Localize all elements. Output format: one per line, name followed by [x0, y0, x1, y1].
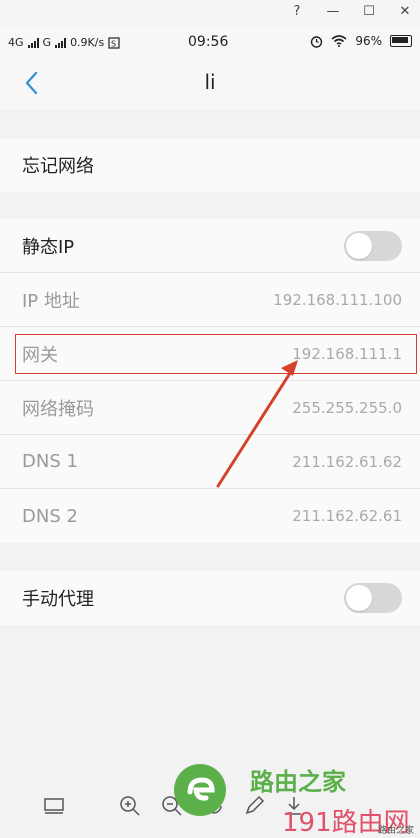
app-window: ? — ☐ ✕ 4G G 0.9K/s S 09:56 96% li 忘记网络 … [0, 0, 420, 838]
minimize-icon[interactable]: — [326, 4, 340, 19]
network-type-label-2: G [42, 36, 52, 49]
dns2-label: DNS 2 [22, 505, 78, 527]
static-ip-section: 静态IP IP 地址 192.168.111.100 网关 192.168.11… [0, 219, 420, 543]
maximize-icon[interactable]: ☐ [362, 4, 376, 19]
status-left: 4G G 0.9K/s S [8, 36, 120, 49]
window-titlebar: ? — ☐ ✕ [0, 0, 420, 28]
app-notification-icon: S [108, 36, 120, 49]
battery-icon [390, 35, 412, 47]
dns2-row[interactable]: DNS 2 211.162.62.61 [0, 489, 420, 543]
watermark: 路由之家 191路由网 路由之家 [172, 758, 420, 838]
forget-network-label: 忘记网络 [22, 156, 94, 177]
network-type-label: 4G [8, 36, 24, 49]
window-controls: ? — ☐ ✕ [290, 4, 412, 19]
dns2-value: 211.162.62.61 [292, 507, 402, 525]
static-ip-toggle[interactable] [344, 230, 402, 261]
signal-icon-2 [55, 37, 67, 48]
gateway-highlight-box [15, 334, 417, 374]
signal-icon [27, 37, 39, 48]
netmask-label: 网络掩码 [22, 398, 94, 420]
router-home-logo-icon [174, 764, 226, 816]
toggle-knob [346, 232, 372, 259]
manual-proxy-toggle[interactable] [344, 583, 402, 613]
status-time: 09:56 [188, 34, 229, 50]
status-right: 96% [310, 34, 412, 48]
network-speed: 0.9K/s [70, 36, 105, 49]
page-header: li [0, 58, 420, 110]
dns1-label: DNS 1 [22, 451, 78, 472]
page-title: li [204, 70, 216, 94]
forget-section: 忘记网络 [0, 138, 420, 192]
static-ip-label: 静态IP [22, 236, 75, 258]
ip-address-row[interactable]: IP 地址 192.168.111.100 [0, 273, 420, 327]
netmask-value: 255.255.255.0 [292, 398, 402, 417]
screen-icon[interactable] [42, 794, 66, 818]
close-icon[interactable]: ✕ [398, 4, 412, 19]
watermark-small: 路由之家 [377, 826, 414, 836]
wifi-icon [331, 35, 347, 47]
manual-proxy-row: 手动代理 [0, 571, 420, 625]
dns1-row[interactable]: DNS 1 211.162.61.62 [0, 435, 420, 489]
proxy-section: 手动代理 [0, 571, 420, 625]
watermark-brand: 路由之家 [250, 768, 346, 796]
toggle-knob [346, 585, 372, 611]
netmask-row[interactable]: 网络掩码 255.255.255.0 [0, 381, 420, 435]
status-bar: 4G G 0.9K/s S 09:56 96% [0, 28, 420, 58]
help-icon[interactable]: ? [290, 4, 304, 19]
static-ip-row: 静态IP [0, 219, 420, 273]
forget-network-row[interactable]: 忘记网络 [0, 138, 420, 192]
ip-address-value: 192.168.111.100 [273, 290, 402, 309]
manual-proxy-label: 手动代理 [22, 589, 94, 610]
battery-percent: 96% [355, 34, 382, 48]
zoom-in-icon[interactable] [118, 794, 142, 818]
dns1-value: 211.162.61.62 [292, 452, 402, 471]
svg-text:S: S [111, 39, 116, 48]
alarm-icon [311, 35, 323, 48]
ip-address-label: IP 地址 [22, 290, 80, 312]
